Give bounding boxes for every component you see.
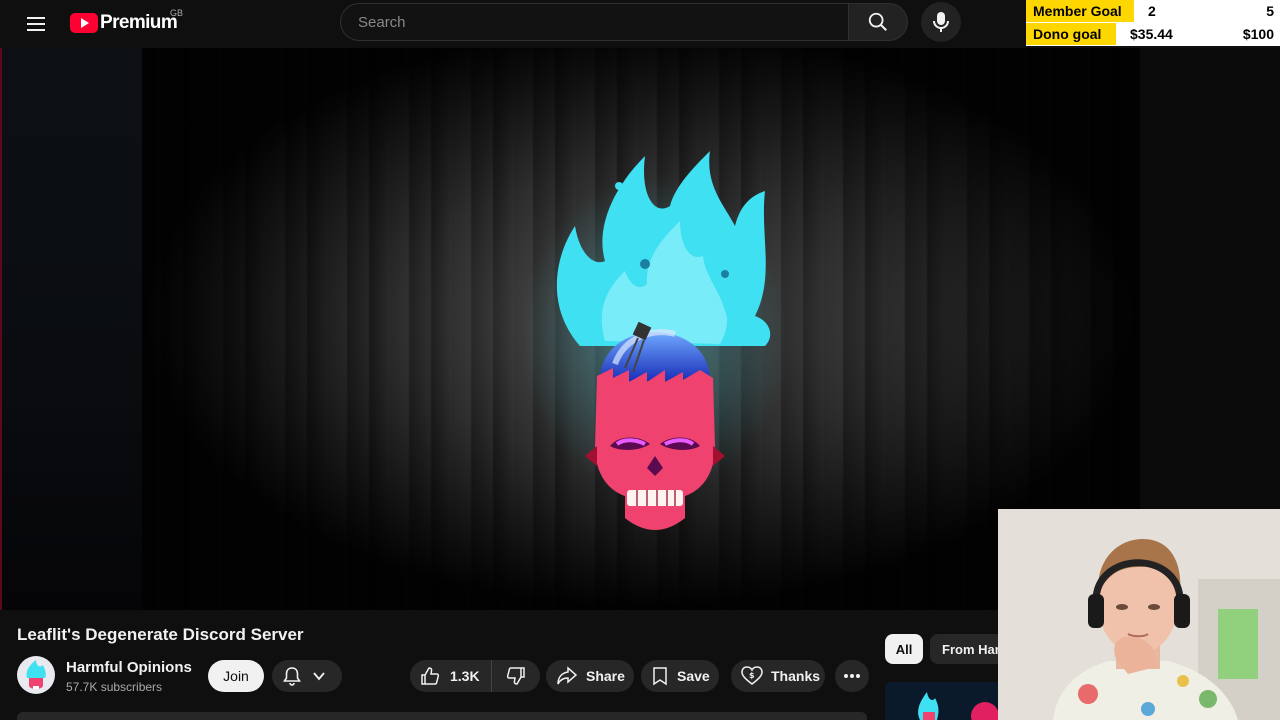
player-side-left bbox=[0, 48, 142, 610]
thanks-button[interactable]: $ Thanks bbox=[731, 660, 825, 692]
dono-goal-current: $35.44 bbox=[1130, 26, 1173, 42]
save-label: Save bbox=[677, 668, 710, 684]
search-input[interactable] bbox=[356, 13, 830, 32]
channel-avatar[interactable] bbox=[17, 656, 55, 694]
youtube-play-icon bbox=[70, 13, 98, 33]
dislike-button[interactable] bbox=[492, 660, 540, 692]
microphone-icon bbox=[931, 11, 951, 33]
svg-text:$: $ bbox=[749, 671, 755, 680]
dono-goal-row: Dono goal $35.44 $100 bbox=[1026, 23, 1280, 46]
member-goal-target: 5 bbox=[1266, 3, 1274, 19]
join-button[interactable]: Join bbox=[208, 660, 264, 692]
thanks-label: Thanks bbox=[771, 668, 821, 684]
thumbs-up-icon bbox=[420, 666, 440, 686]
bell-icon bbox=[282, 666, 302, 686]
bookmark-icon bbox=[651, 666, 669, 686]
notification-button[interactable] bbox=[272, 660, 342, 692]
member-goal-row: Member Goal 2 5 bbox=[1026, 0, 1280, 23]
streamer-webcam-image bbox=[998, 509, 1280, 720]
dono-goal-label: Dono goal bbox=[1026, 23, 1116, 45]
flaming-skull-logo bbox=[525, 151, 785, 530]
search-box[interactable] bbox=[340, 3, 848, 41]
webcam-overlay bbox=[998, 509, 1280, 720]
search-icon bbox=[867, 11, 889, 33]
dono-goal-target: $100 bbox=[1242, 26, 1274, 42]
top-bar: Premium GB Member Goal 2 5 Dono goal $35… bbox=[0, 0, 1280, 48]
country-code: GB bbox=[170, 8, 184, 18]
channel-avatar-image bbox=[26, 660, 46, 689]
member-goal-label: Member Goal bbox=[1026, 0, 1134, 22]
stream-goal-overlay: Member Goal 2 5 Dono goal $35.44 $100 bbox=[1026, 0, 1280, 46]
logo-text: Premium bbox=[100, 12, 178, 33]
member-goal-current: 2 bbox=[1148, 3, 1156, 19]
channel-name[interactable]: Harmful Opinions bbox=[66, 659, 192, 676]
chevron-down-icon bbox=[312, 669, 326, 683]
hamburger-menu-icon[interactable] bbox=[24, 12, 48, 36]
subscriber-count: 57.7K subscribers bbox=[66, 680, 163, 694]
save-button[interactable]: Save bbox=[641, 660, 719, 692]
like-count: 1.3K bbox=[450, 668, 480, 684]
video-title: Leaflit's Degenerate Discord Server bbox=[17, 625, 304, 644]
more-actions-button[interactable] bbox=[835, 660, 869, 692]
youtube-logo[interactable]: Premium bbox=[70, 11, 178, 35]
share-icon bbox=[556, 666, 578, 686]
chip-all[interactable]: All bbox=[885, 634, 923, 664]
heart-dollar-icon: $ bbox=[741, 666, 763, 686]
like-button[interactable]: 1.3K bbox=[410, 660, 492, 692]
like-dislike-group: 1.3K bbox=[410, 660, 540, 692]
video-frame[interactable] bbox=[142, 48, 1140, 610]
voice-search-button[interactable] bbox=[921, 2, 961, 42]
recommended-video-thumbnail[interactable] bbox=[885, 682, 998, 720]
share-button[interactable]: Share bbox=[546, 660, 634, 692]
thumbs-down-icon bbox=[506, 666, 526, 686]
thumbnail-image bbox=[885, 682, 998, 720]
search-button[interactable] bbox=[848, 3, 908, 41]
description-box-edge bbox=[17, 712, 867, 720]
more-horizontal-icon bbox=[843, 673, 861, 679]
share-label: Share bbox=[586, 668, 625, 684]
